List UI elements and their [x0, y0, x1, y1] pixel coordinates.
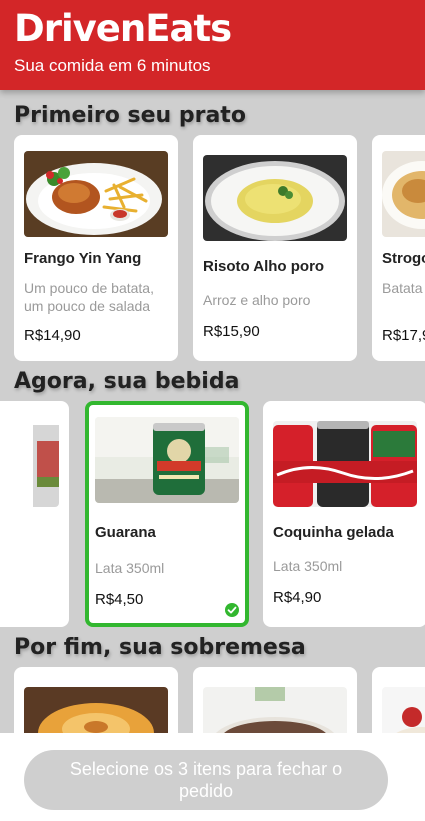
drink-card-coca[interactable]: Coquinha gelada Lata 350ml R$4,90	[263, 401, 425, 627]
section-title-desserts: Por fim, sua sobremesa	[14, 635, 306, 660]
risotto-image	[203, 155, 347, 241]
dish-price: R$14,90	[24, 327, 81, 344]
dish-name: Risoto Alho poro	[203, 258, 325, 275]
dish-card-frango[interactable]: Frango Yin Yang Um pouco de batata, um p…	[14, 135, 178, 361]
dish-price: R$15,90	[203, 323, 260, 340]
section-title-dishes: Primeiro seu prato	[14, 103, 246, 128]
drink-image	[0, 421, 59, 507]
dish-card-risoto[interactable]: Risoto Alho poro Arroz e alho poro R$15,…	[193, 135, 357, 361]
dish-description: Arroz e alho poro	[203, 292, 311, 308]
pudding-image	[24, 687, 168, 733]
drink-price: R$4,50	[95, 591, 144, 608]
drink-description: Lata 350ml	[95, 560, 165, 576]
dish-carousel[interactable]: Frango Yin Yang Um pouco de batata, um p…	[0, 135, 425, 361]
stroganoff-image	[382, 151, 425, 237]
dessert-card-pudim[interactable]	[14, 667, 178, 733]
dish-name: Frango Yin Yang	[24, 250, 142, 267]
drink-carousel[interactable]: Guarana Lata 350ml R$4,50 Coquinha gelad…	[0, 401, 425, 627]
fried-chicken-image	[24, 151, 168, 237]
dish-name: Strogo	[382, 250, 425, 267]
dish-price: R$17,9	[382, 327, 425, 344]
drink-name: Guarana	[95, 524, 156, 541]
section-title-drinks: Agora, sua bebida	[14, 369, 240, 394]
drink-card-partial[interactable]	[0, 401, 69, 627]
dessert-card-torta[interactable]	[193, 667, 357, 733]
app-header: DrivenEats Sua comida em 6 minutos	[0, 0, 425, 90]
dish-description: Um pouco de batata, um pouco de salada	[24, 280, 154, 314]
drink-card-guarana[interactable]: Guarana Lata 350ml R$4,50	[85, 401, 249, 627]
drink-name: Coquinha gelada	[273, 524, 394, 541]
app-subtitle: Sua comida em 6 minutos	[14, 56, 211, 75]
drink-price: R$4,90	[273, 589, 322, 606]
close-order-button[interactable]: Selecione os 3 itens para fechar o pedid…	[24, 750, 388, 810]
order-footer: Selecione os 3 itens para fechar o pedid…	[0, 733, 425, 821]
dish-description: Batata carne c	[382, 280, 425, 296]
app-title: DrivenEats	[14, 7, 232, 50]
coca-cola-cans-image	[273, 421, 417, 507]
dish-card-strogonoff[interactable]: Strogo Batata carne c R$17,9	[372, 135, 425, 361]
pie-image	[203, 687, 347, 733]
drink-description: Lata 350ml	[273, 558, 343, 574]
dessert-image	[382, 687, 425, 733]
dessert-carousel[interactable]	[0, 667, 425, 733]
selected-check-icon	[225, 603, 239, 617]
dessert-card-partial[interactable]	[372, 667, 425, 733]
guarana-can-image	[95, 417, 239, 503]
